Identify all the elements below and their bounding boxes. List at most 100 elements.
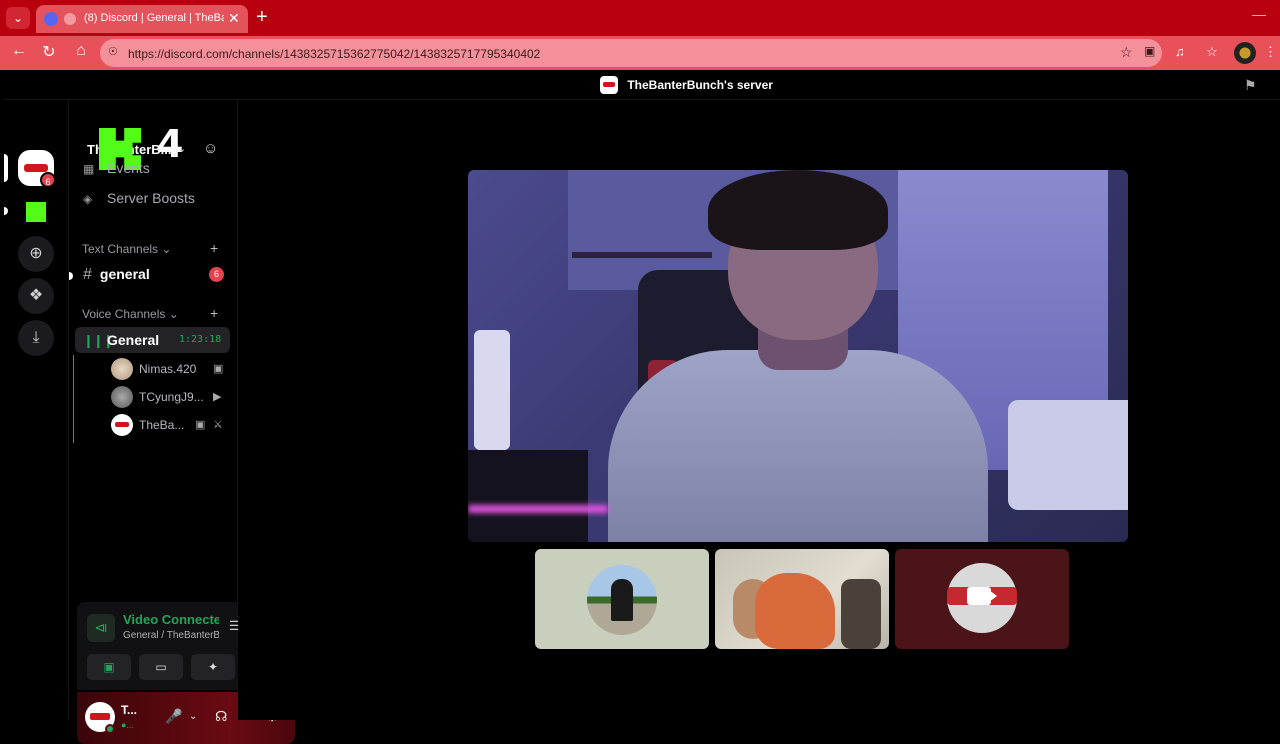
- category-label: Text Channels: [82, 242, 159, 256]
- video-icon: ▣: [213, 363, 224, 375]
- connection-signal-icon[interactable]: ⧏: [87, 614, 115, 642]
- voice-channel-general[interactable]: ❙❙❙ General 1:23:18: [75, 327, 230, 353]
- tab-audio-icon[interactable]: [64, 13, 76, 25]
- window-minimize-button[interactable]: —: [1252, 6, 1266, 22]
- kick-logo-icon: [26, 202, 46, 222]
- activities-button[interactable]: ✦: [191, 654, 235, 680]
- add-server-button[interactable]: ⊕: [18, 236, 54, 272]
- profile-avatar[interactable]: [1234, 42, 1256, 64]
- discord-favicon-icon: [44, 12, 58, 26]
- chevron-down-icon[interactable]: ⌄: [177, 142, 186, 155]
- back-icon[interactable]: ←: [8, 42, 30, 60]
- download-apps-button[interactable]: ⤓: [18, 320, 54, 356]
- hash-icon: #: [83, 266, 92, 283]
- video-scene-pizza: [755, 573, 835, 649]
- tab-close-icon[interactable]: ✕: [228, 10, 240, 27]
- browser-tab-bar: ⌄ (8) Discord | General | TheBanterBunch…: [0, 0, 1280, 36]
- voice-connected-line: [73, 355, 74, 443]
- channel-label: general: [99, 266, 150, 282]
- video-scene-bed: [1008, 400, 1128, 510]
- avatar-figure: [611, 579, 633, 621]
- discord-app: TheBanterBunch's server ⚑ 6 ⊕ ❖ ⤓ TheBan…: [4, 70, 1280, 744]
- app-title-bar: TheBanterBunch's server ⚑: [4, 70, 1280, 100]
- focused-video-stream[interactable]: [468, 170, 1128, 542]
- boosts-label: Server Boosts: [107, 190, 195, 206]
- channel-general-text[interactable]: # general: [83, 266, 150, 284]
- screen-share-button[interactable]: ▭: [139, 654, 183, 680]
- category-label: Voice Channels: [82, 307, 166, 321]
- video-scene-object: [841, 579, 881, 649]
- video-icon: ▣: [195, 419, 206, 431]
- voice-user-name: TheBa...: [139, 418, 185, 432]
- status-online-indicator: [105, 724, 115, 734]
- microphone-icon[interactable]: 🎤: [165, 708, 182, 725]
- voice-user-name: Nimas.420: [139, 362, 197, 376]
- browser-toolbar: ← ↻ ⌂ ☉ https://discord.com/channels/143…: [0, 36, 1280, 70]
- voice-timer: 1:23:18: [179, 334, 222, 345]
- video-scene-led-glow: [468, 505, 608, 513]
- camera-button[interactable]: ▣: [87, 654, 131, 680]
- server-title-text: TheBanterBunch's server: [627, 78, 773, 92]
- participant-tile[interactable]: [535, 549, 709, 649]
- new-tab-button[interactable]: +: [256, 6, 268, 29]
- voice-status-subtitle[interactable]: General / TheBanterBunch's server: [123, 630, 219, 641]
- voice-user[interactable]: TCyungJ9... ▶: [111, 386, 231, 408]
- user-status-text: ●...: [121, 720, 134, 730]
- unread-server-indicator: [4, 207, 8, 215]
- sidebar-item-boosts[interactable]: ◈ Server Boosts: [83, 190, 195, 206]
- category-voice-channels[interactable]: Voice Channels ⌄: [82, 307, 179, 321]
- create-text-channel-icon[interactable]: +: [210, 240, 218, 256]
- bookmark-star-icon[interactable]: ☆: [1120, 44, 1133, 61]
- url-text[interactable]: https://discord.com/channels/14383257153…: [128, 47, 540, 61]
- site-info-icon[interactable]: ☉: [108, 45, 122, 59]
- participant-tile[interactable]: [895, 549, 1069, 649]
- create-voice-channel-icon[interactable]: +: [210, 305, 218, 321]
- voice-status-title[interactable]: Video Connected: [123, 612, 219, 627]
- browser-tab-discord[interactable]: (8) Discord | General | TheBanterBunch's…: [36, 5, 248, 33]
- sidebar-item-events[interactable]: ▦ Events: [83, 160, 150, 176]
- playstation-icon: ▶: [213, 391, 222, 403]
- video-scene-cup: [474, 330, 510, 450]
- camera-in-use-icon[interactable]: ▣: [1144, 44, 1155, 58]
- more-menu-icon[interactable]: ⋮: [1264, 44, 1277, 60]
- address-bar[interactable]: ☉ https://discord.com/channels/143832571…: [100, 39, 1162, 67]
- boost-icon: ◈: [83, 192, 93, 206]
- home-icon[interactable]: ⌂: [70, 42, 92, 60]
- tab-search-button[interactable]: ⌄: [6, 7, 30, 29]
- voice-user[interactable]: TheBa... ▣ ⚔: [111, 414, 231, 436]
- voice-user-name: TCyungJ9...: [139, 390, 204, 404]
- avatar: [111, 414, 133, 436]
- server-icon: [600, 76, 618, 94]
- channel-mention-badge: 6: [209, 267, 224, 282]
- invite-people-icon[interactable]: ☺: [203, 140, 218, 157]
- server-kick[interactable]: [18, 194, 54, 230]
- selected-server-indicator: [4, 154, 8, 182]
- category-text-channels[interactable]: Text Channels ⌄: [82, 242, 171, 256]
- avatar: [111, 358, 133, 380]
- unread-channel-indicator: [69, 272, 73, 280]
- headset-icon[interactable]: ☊: [215, 708, 227, 725]
- server-mention-badge: 6: [40, 172, 56, 188]
- video-scene-shelf: [572, 252, 712, 258]
- tab-title: (8) Discord | General | TheBanterBunch's…: [84, 12, 224, 24]
- media-control-icon[interactable]: ♫: [1175, 44, 1185, 59]
- inbox-flag-icon[interactable]: ⚑: [1244, 77, 1257, 94]
- game-activity-icon: ⚔: [213, 419, 223, 431]
- voice-user[interactable]: Nimas.420 ▣: [111, 358, 231, 380]
- server-title: TheBanterBunch's server: [600, 76, 773, 94]
- events-label: Events: [107, 160, 150, 176]
- voice-channel-label: General: [107, 332, 160, 348]
- avatar: [111, 386, 133, 408]
- call-stage: [238, 100, 1280, 720]
- favorites-icon[interactable]: ☆: [1206, 44, 1218, 60]
- chevron-down-icon[interactable]: ⌄: [189, 711, 197, 722]
- reload-icon[interactable]: ↻: [38, 42, 60, 62]
- participant-tile[interactable]: [715, 549, 889, 649]
- video-scene-desk: [468, 450, 588, 542]
- channel-sidebar: TheBanterB... 4 ⌄ ☺ ▦Events ◈Server Boos…: [68, 100, 295, 744]
- server-rail: 6 ⊕ ❖ ⤓: [4, 100, 68, 720]
- video-scene-person-hair: [708, 170, 888, 250]
- discover-button[interactable]: ❖: [18, 278, 54, 314]
- user-name[interactable]: T...: [121, 703, 137, 717]
- camera-icon: [967, 587, 997, 605]
